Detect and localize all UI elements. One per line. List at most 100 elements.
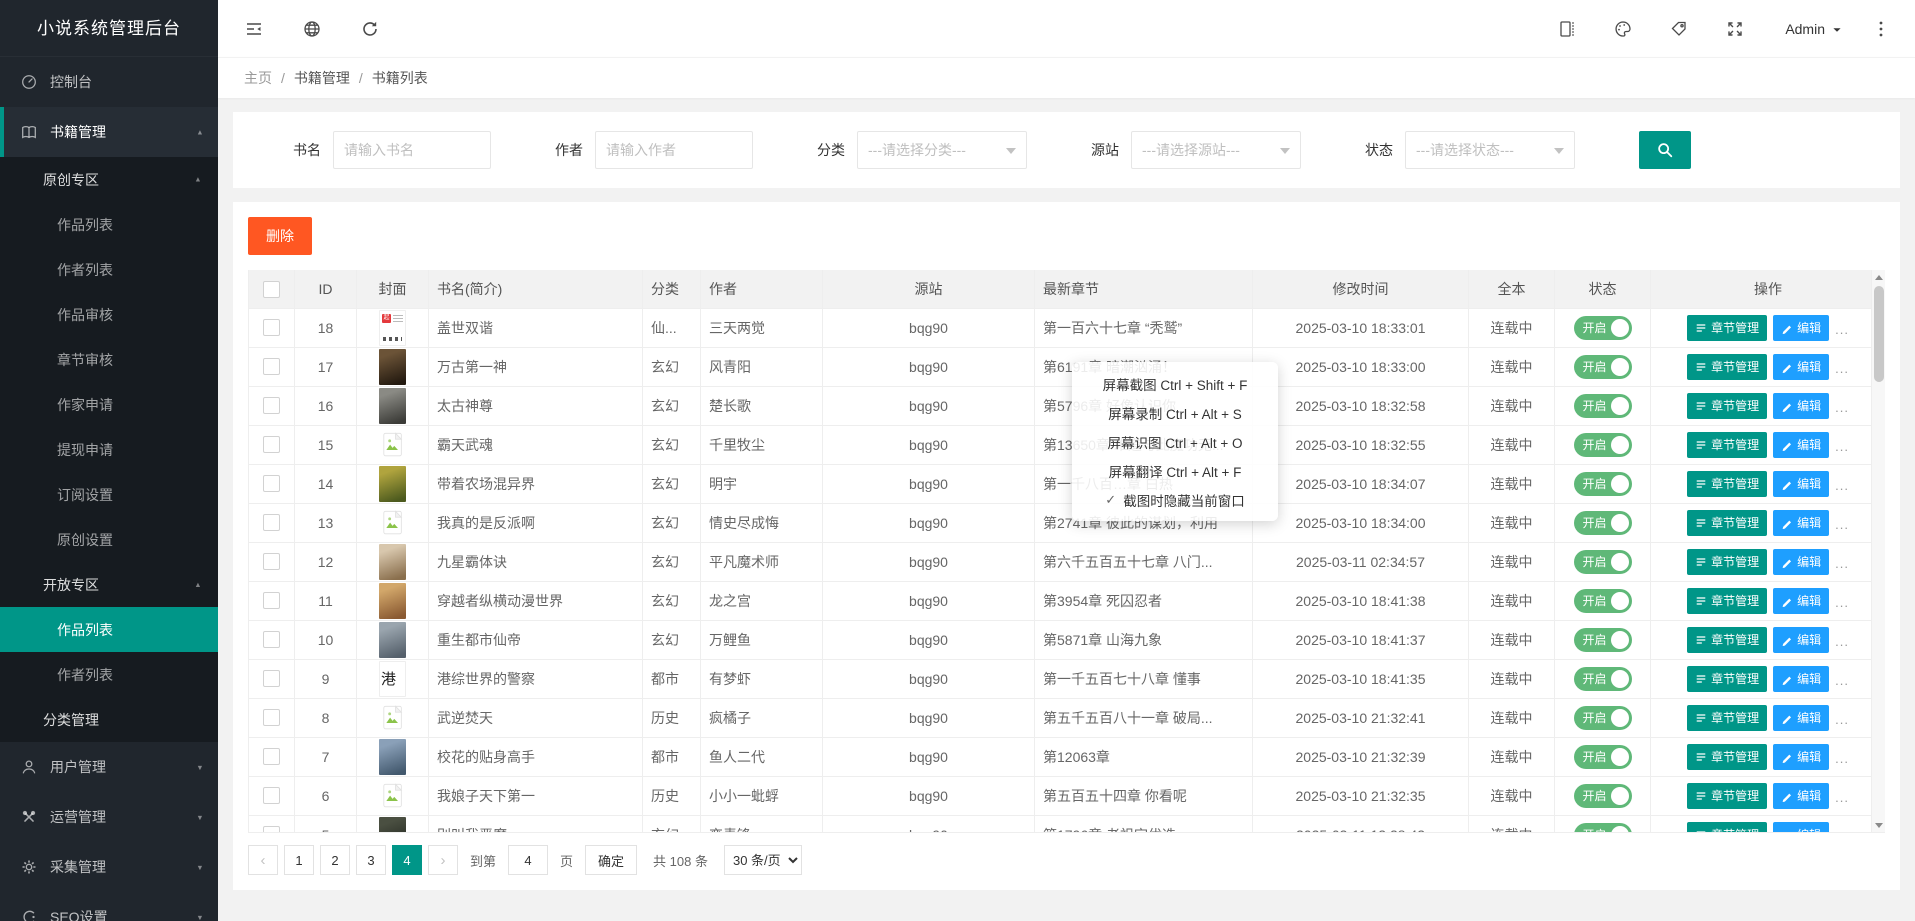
chapter-manage-button[interactable]: 章节管理 — [1687, 354, 1767, 380]
breadcrumb-item[interactable]: 主页 — [244, 68, 272, 88]
row-checkbox[interactable] — [263, 670, 280, 687]
sidebar-item-operation[interactable]: 运营管理▼ — [0, 792, 218, 842]
scroll-up-icon[interactable] — [1872, 270, 1885, 284]
status-toggle[interactable]: 开启 — [1574, 355, 1632, 379]
sidebar-group-开放专区[interactable]: 开放专区▲ — [0, 562, 218, 607]
sidebar-item-seo[interactable]: SEO设置▼ — [0, 892, 218, 921]
sidebar-subitem-作品审核[interactable]: 作品审核 — [0, 292, 218, 337]
admin-menu[interactable]: Admin — [1785, 21, 1843, 37]
status-toggle[interactable]: 开启 — [1574, 589, 1632, 613]
vertical-scrollbar[interactable] — [1871, 270, 1885, 832]
more-actions[interactable]: ... — [1835, 478, 1849, 493]
status-toggle[interactable]: 开启 — [1574, 472, 1632, 496]
status-toggle[interactable]: 开启 — [1574, 550, 1632, 574]
sidebar-item-collect[interactable]: 采集管理▼ — [0, 842, 218, 892]
chapter-manage-button[interactable]: 章节管理 — [1687, 744, 1767, 770]
edit-button[interactable]: 编辑 — [1773, 627, 1829, 653]
row-checkbox[interactable] — [263, 514, 280, 531]
sidebar-subitem-章节审核[interactable]: 章节审核 — [0, 337, 218, 382]
sidebar-subitem-订阅设置[interactable]: 订阅设置 — [0, 472, 218, 517]
page-button-1[interactable]: 1 — [284, 845, 314, 875]
sidebar-group-原创专区[interactable]: 原创专区▲ — [0, 157, 218, 202]
sidebar-subitem-作品列表[interactable]: 作品列表 — [0, 607, 218, 652]
select-all-checkbox[interactable] — [263, 281, 280, 298]
edit-button[interactable]: 编辑 — [1773, 510, 1829, 536]
chapter-manage-button[interactable]: 章节管理 — [1687, 315, 1767, 341]
more-actions[interactable]: ... — [1835, 751, 1849, 766]
panel-icon[interactable] — [1557, 19, 1577, 39]
status-toggle[interactable]: 开启 — [1574, 784, 1632, 808]
more-actions[interactable]: ... — [1835, 712, 1849, 727]
status-toggle[interactable]: 开启 — [1574, 394, 1632, 418]
jump-page-input[interactable] — [508, 845, 548, 875]
search-button[interactable] — [1639, 131, 1691, 169]
collapse-sidebar-icon[interactable] — [244, 19, 264, 39]
row-checkbox[interactable] — [263, 319, 280, 336]
edit-button[interactable]: 编辑 — [1773, 315, 1829, 341]
row-checkbox[interactable] — [263, 592, 280, 609]
page-button-2[interactable]: 2 — [320, 845, 350, 875]
more-actions[interactable]: ... — [1835, 439, 1849, 454]
more-actions[interactable]: ... — [1835, 790, 1849, 805]
page-size-select[interactable]: 30 条/页 — [724, 845, 802, 875]
edit-button[interactable]: 编辑 — [1773, 783, 1829, 809]
context-menu-item[interactable]: 屏幕截图 Ctrl + Shift + F — [1072, 369, 1278, 398]
scroll-down-icon[interactable] — [1872, 818, 1885, 832]
status-select[interactable]: ---请选择状态--- — [1405, 131, 1575, 169]
status-toggle[interactable]: 开启 — [1574, 316, 1632, 340]
row-checkbox[interactable] — [263, 475, 280, 492]
edit-button[interactable]: 编辑 — [1773, 549, 1829, 575]
book-name-input[interactable] — [333, 131, 491, 169]
chapter-manage-button[interactable]: 章节管理 — [1687, 471, 1767, 497]
status-toggle[interactable]: 开启 — [1574, 823, 1632, 834]
prev-page-button[interactable]: ‹ — [248, 845, 278, 875]
edit-button[interactable]: 编辑 — [1773, 744, 1829, 770]
chapter-manage-button[interactable]: 章节管理 — [1687, 549, 1767, 575]
edit-button[interactable]: 编辑 — [1773, 393, 1829, 419]
edit-button[interactable]: 编辑 — [1773, 588, 1829, 614]
refresh-icon[interactable] — [360, 19, 380, 39]
chapter-manage-button[interactable]: 章节管理 — [1687, 822, 1767, 834]
chapter-manage-button[interactable]: 章节管理 — [1687, 666, 1767, 692]
row-checkbox[interactable] — [263, 631, 280, 648]
status-toggle[interactable]: 开启 — [1574, 433, 1632, 457]
chapter-manage-button[interactable]: 章节管理 — [1687, 432, 1767, 458]
context-menu-item[interactable]: 屏幕翻译 Ctrl + Alt + F — [1072, 456, 1278, 485]
sidebar-group-分类管理[interactable]: 分类管理 — [0, 697, 218, 742]
category-select[interactable]: ---请选择分类--- — [857, 131, 1027, 169]
globe-icon[interactable] — [302, 19, 322, 39]
more-actions[interactable]: ... — [1835, 361, 1849, 376]
edit-button[interactable]: 编辑 — [1773, 354, 1829, 380]
chapter-manage-button[interactable]: 章节管理 — [1687, 627, 1767, 653]
page-button-4[interactable]: 4 — [392, 845, 422, 875]
status-toggle[interactable]: 开启 — [1574, 628, 1632, 652]
edit-button[interactable]: 编辑 — [1773, 666, 1829, 692]
sidebar-subitem-作家申请[interactable]: 作家申请 — [0, 382, 218, 427]
chapter-manage-button[interactable]: 章节管理 — [1687, 588, 1767, 614]
context-menu-item[interactable]: 屏幕录制 Ctrl + Alt + S — [1072, 398, 1278, 427]
row-checkbox[interactable] — [263, 436, 280, 453]
author-input[interactable] — [595, 131, 753, 169]
page-button-3[interactable]: 3 — [356, 845, 386, 875]
chapter-manage-button[interactable]: 章节管理 — [1687, 705, 1767, 731]
confirm-jump-button[interactable]: 确定 — [585, 845, 637, 875]
sidebar-item-dashboard[interactable]: 控制台 — [0, 57, 218, 107]
status-toggle[interactable]: 开启 — [1574, 706, 1632, 730]
row-checkbox[interactable] — [263, 358, 280, 375]
context-menu-item[interactable]: ✓截图时隐藏当前窗口 — [1072, 485, 1278, 514]
row-checkbox[interactable] — [263, 748, 280, 765]
breadcrumb-item[interactable]: 书籍管理 — [294, 68, 350, 88]
sidebar-subitem-原创设置[interactable]: 原创设置 — [0, 517, 218, 562]
fullscreen-icon[interactable] — [1725, 19, 1745, 39]
more-actions[interactable]: ... — [1835, 322, 1849, 337]
edit-button[interactable]: 编辑 — [1773, 432, 1829, 458]
delete-button[interactable]: 删除 — [248, 217, 312, 255]
sidebar-item-users[interactable]: 用户管理▼ — [0, 742, 218, 792]
status-toggle[interactable]: 开启 — [1574, 745, 1632, 769]
chapter-manage-button[interactable]: 章节管理 — [1687, 510, 1767, 536]
chapter-manage-button[interactable]: 章节管理 — [1687, 783, 1767, 809]
edit-button[interactable]: 编辑 — [1773, 705, 1829, 731]
row-checkbox[interactable] — [263, 553, 280, 570]
more-actions[interactable]: ... — [1835, 634, 1849, 649]
more-actions[interactable]: ... — [1835, 556, 1849, 571]
